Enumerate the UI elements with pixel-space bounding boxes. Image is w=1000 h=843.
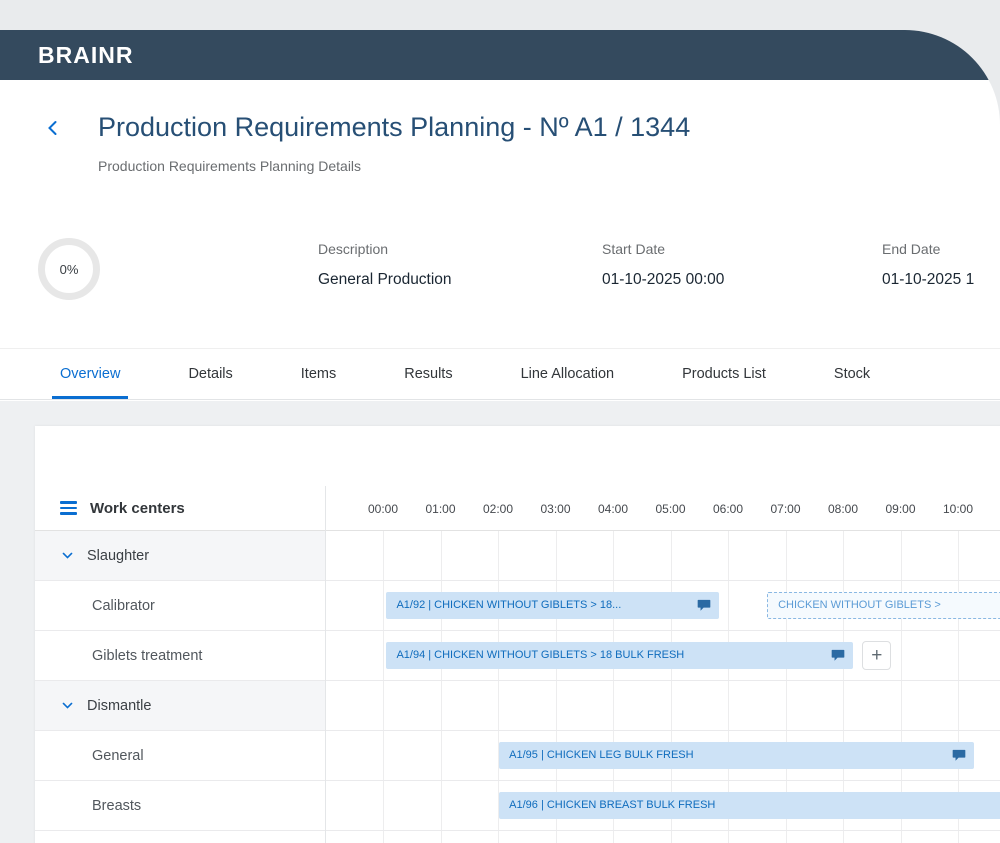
time-label: 09:00 — [879, 502, 923, 516]
gantt-body: Slaughter Calibrator A1/92 | CHICKEN WITHO… — [35, 531, 1000, 831]
gantt-bar[interactable]: A1/96 | CHICKEN BREAST BULK FRESH — [499, 792, 1000, 819]
brand-logo: BRAINR — [0, 30, 1000, 80]
panel-divider — [325, 486, 326, 843]
work-centers-header: Work centers — [35, 486, 325, 530]
menu-icon[interactable] — [60, 501, 77, 515]
tab-overview[interactable]: Overview — [26, 349, 154, 399]
row-label: Slaughter — [87, 548, 149, 564]
tab-products-list[interactable]: Products List — [648, 349, 800, 399]
summary-field-start-date: Start Date 01-10-2025 00:00 — [602, 241, 724, 289]
page-subtitle: Production Requirements Planning Details — [98, 158, 361, 174]
tab-items[interactable]: Items — [267, 349, 370, 399]
gantt-bar-label: A1/95 | CHICKEN LEG BULK FRESH — [499, 742, 974, 768]
work-centers-label: Work centers — [90, 500, 185, 517]
progress-ring: 0% — [38, 238, 100, 300]
tab-stock[interactable]: Stock — [800, 349, 904, 399]
chevron-left-icon — [44, 119, 72, 137]
gantt-bar-label: A1/96 | CHICKEN BREAST BULK FRESH — [499, 792, 1000, 818]
gantt-row-slaughter: Slaughter — [35, 531, 1000, 581]
field-label: Description — [318, 241, 452, 257]
tab-bar: OverviewDetailsItemsResultsLine Allocati… — [0, 348, 1000, 400]
row-header-calibrator: Calibrator — [35, 581, 325, 630]
tab-results[interactable]: Results — [370, 349, 486, 399]
tab-line-allocation[interactable]: Line Allocation — [487, 349, 649, 399]
time-label: 00:00 — [361, 502, 405, 516]
gantt-row-breasts: Breasts A1/96 | CHICKEN BREAST BULK FRESH — [35, 781, 1000, 831]
gantt-bar[interactable]: A1/95 | CHICKEN LEG BULK FRESH — [499, 742, 974, 769]
gantt-row-giblets-treatment: Giblets treatment A1/94 | CHICKEN WITHOUT… — [35, 631, 1000, 681]
gantt-bar-label: A1/92 | CHICKEN WITHOUT GIBLETS > 18... — [386, 592, 719, 618]
gantt-row-general: General A1/95 | CHICKEN LEG BULK FRESH — [35, 731, 1000, 781]
field-value: General Production — [318, 271, 452, 289]
add-order-button[interactable]: + — [862, 641, 891, 670]
gantt-bar[interactable]: A1/92 | CHICKEN WITHOUT GIBLETS > 18... — [386, 592, 719, 619]
field-value: 01-10-2025 00:00 — [602, 271, 724, 289]
row-label: Breasts — [92, 798, 141, 814]
app-window: BRAINR Production Requirements Planning … — [0, 30, 1000, 843]
gantt-row-calibrator: Calibrator A1/92 | CHICKEN WITHOUT GIBLET… — [35, 581, 1000, 631]
time-label: 10:00 — [936, 502, 980, 516]
time-label: 01:00 — [419, 502, 463, 516]
progress-value: 0% — [60, 262, 79, 277]
time-label: 05:00 — [649, 502, 693, 516]
row-label: Calibrator — [92, 598, 155, 614]
time-label: 04:00 — [591, 502, 635, 516]
comment-icon[interactable] — [952, 749, 966, 762]
chevron-down-icon[interactable] — [61, 549, 74, 562]
time-label: 03:00 — [534, 502, 578, 516]
chevron-down-icon[interactable] — [61, 699, 74, 712]
content-area: Work centers 00:00 01:00 02:00 03:00 04:00 05… — [0, 401, 1000, 843]
row-label: General — [92, 748, 144, 764]
field-value: 01-10-2025 1 — [882, 271, 974, 289]
row-header-dismantle[interactable]: Dismantle — [35, 681, 325, 730]
field-label: End Date — [882, 241, 974, 257]
row-header-giblets-treatment: Giblets treatment — [35, 631, 325, 680]
row-header-slaughter[interactable]: Slaughter — [35, 531, 325, 580]
time-label: 02:00 — [476, 502, 520, 516]
gantt-bar-label: A1/94 | CHICKEN WITHOUT GIBLETS > 18 BUL… — [386, 642, 853, 668]
page-title: Production Requirements Planning - Nº A1… — [98, 112, 690, 143]
comment-icon[interactable] — [697, 599, 711, 612]
summary-field-end-date: End Date 01-10-2025 1 — [882, 241, 974, 289]
gantt-row-dismantle: Dismantle — [35, 681, 1000, 731]
tab-details[interactable]: Details — [154, 349, 266, 399]
app-shell-header: BRAINR — [0, 30, 1000, 80]
time-label: 06:00 — [706, 502, 750, 516]
gantt-bar[interactable]: CHICKEN WITHOUT GIBLETS > — [767, 592, 1000, 619]
gantt-header: Work centers 00:00 01:00 02:00 03:00 04:00 05… — [35, 486, 1000, 531]
field-label: Start Date — [602, 241, 724, 257]
gantt-bar-label: CHICKEN WITHOUT GIBLETS > — [768, 593, 1000, 617]
summary-field-description: Description General Production — [318, 241, 452, 289]
time-label: 07:00 — [764, 502, 808, 516]
back-button[interactable] — [44, 114, 72, 142]
row-label: Giblets treatment — [92, 648, 202, 664]
time-label: 08:00 — [821, 502, 865, 516]
row-header-general: General — [35, 731, 325, 780]
gantt-card: Work centers 00:00 01:00 02:00 03:00 04:00 05… — [35, 426, 1000, 843]
row-label: Dismantle — [87, 698, 151, 714]
row-header-breasts: Breasts — [35, 781, 325, 830]
gantt-bar[interactable]: A1/94 | CHICKEN WITHOUT GIBLETS > 18 BUL… — [386, 642, 853, 669]
comment-icon[interactable] — [831, 649, 845, 662]
